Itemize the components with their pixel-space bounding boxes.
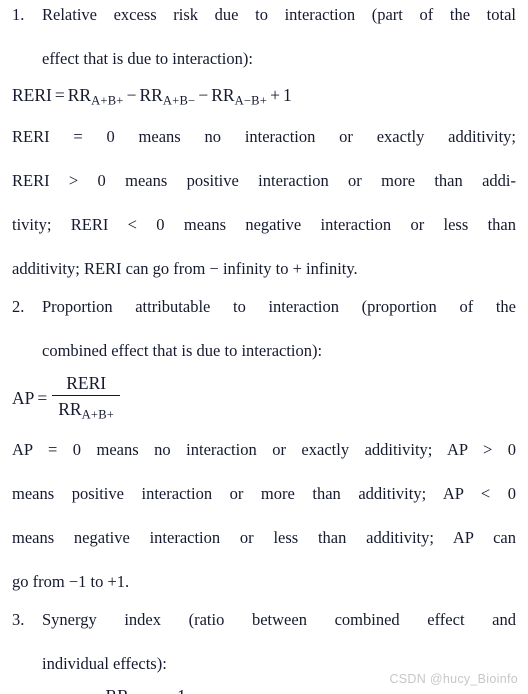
formula-ap-denominator-sub: A+B+ <box>81 407 115 422</box>
paragraph-ap-line-2: means positive interaction or more than … <box>12 484 516 504</box>
list-item-1: 1. Relative excess risk due to interacti… <box>12 4 516 70</box>
formula-ap-fraction: RERI RRA+B+ <box>52 372 121 426</box>
formula-synergy-fraction: RRA+B+−1 (RRA+B−−1)+(RRA−B+−1) <box>40 685 252 694</box>
formula-synergy-num-op: − <box>161 686 177 694</box>
formula-ap-lhs: AP <box>12 387 35 408</box>
formula-reri-lhs: RERI <box>12 85 52 105</box>
list-item-1-text: Relative excess risk due to interaction … <box>42 4 516 70</box>
list-item-3-text: Synergy index (ratio between combined ef… <box>42 609 516 675</box>
list-marker-1: 1. <box>12 5 25 24</box>
paragraph-reri-description: RERI = 0 means no interaction or exactly… <box>12 126 516 280</box>
formula-ap-denominator: RRA+B+ <box>52 396 120 426</box>
formula-reri-op1: − <box>126 85 137 105</box>
formula-ap-equals: = <box>37 387 48 408</box>
list-item-2: 2. Proportion attributable to interactio… <box>12 296 516 362</box>
paragraph-reri-line-3: tivity; RERI < 0 means negative interact… <box>12 214 516 234</box>
formula-ap-numerator: RERI <box>52 372 121 396</box>
formula-synergy: S = RRA+B+−1 (RRA+B−−1)+(RRA−B+−1) <box>12 685 516 694</box>
formula-reri-term3-base: RR <box>211 85 235 105</box>
formula-reri: RERI = RRA+B+ − RRA+B− − RRA−B+ +1 <box>12 84 516 112</box>
formula-synergy-num-base: RR <box>105 686 128 694</box>
list-item-1-line-2: effect that is due to interaction): <box>42 49 253 68</box>
formula-reri-term1-sub: A+B+ <box>91 93 124 108</box>
formula-reri-term2-sub: A+B− <box>162 93 196 108</box>
list-marker-3: 3. <box>12 610 25 630</box>
formula-reri-term2-base: RR <box>139 85 163 105</box>
list-item-3-line-1: Synergy index (ratio between combined ef… <box>42 610 516 630</box>
document-page: 1. Relative excess risk due to interacti… <box>0 0 528 694</box>
formula-ap: AP = RERI RRA+B+ <box>12 372 516 426</box>
paragraph-reri-line-2: RERI > 0 means positive interaction or m… <box>12 170 516 190</box>
paragraph-reri-line-4: additivity; RERI can go from − infinity … <box>12 258 358 278</box>
paragraph-ap-line-4: go from −1 to +1. <box>12 572 130 592</box>
list-item-2-line-2: combined effect that is due to interacti… <box>42 340 323 360</box>
formula-reri-term1-base: RR <box>67 85 92 105</box>
formula-ap-denominator-base: RR <box>58 398 82 419</box>
formula-synergy-numerator: RRA+B+−1 <box>40 685 252 694</box>
paragraph-reri-line-1: RERI = 0 means no interaction or exactly… <box>12 126 516 146</box>
watermark-text: CSDN @hucy_Bioinfo <box>389 672 518 686</box>
paragraph-ap-line-3: means negative interaction or less than … <box>12 528 516 548</box>
formula-reri-term4: 1 <box>282 85 292 105</box>
list-item-1-line-1: Relative excess risk due to interaction … <box>42 5 516 24</box>
formula-reri-term3-sub: A−B+ <box>234 93 268 108</box>
paragraph-ap-description: AP = 0 means no interaction or exactly a… <box>12 439 516 593</box>
paragraph-ap-line-1: AP = 0 means no interaction or exactly a… <box>12 440 516 460</box>
document-content: 1. Relative excess risk due to interacti… <box>12 4 516 694</box>
formula-reri-equals: = <box>54 85 65 105</box>
list-item-3: 3. Synergy index (ratio between combined… <box>12 609 516 675</box>
list-item-2-text: Proportion attributable to interaction (… <box>42 296 516 362</box>
list-item-2-line-1: Proportion attributable to interaction (… <box>42 296 516 316</box>
formula-reri-op3: + <box>270 85 280 105</box>
formula-synergy-num-const: 1 <box>177 686 186 694</box>
list-marker-2: 2. <box>12 296 25 316</box>
formula-reri-op2: − <box>198 85 209 105</box>
